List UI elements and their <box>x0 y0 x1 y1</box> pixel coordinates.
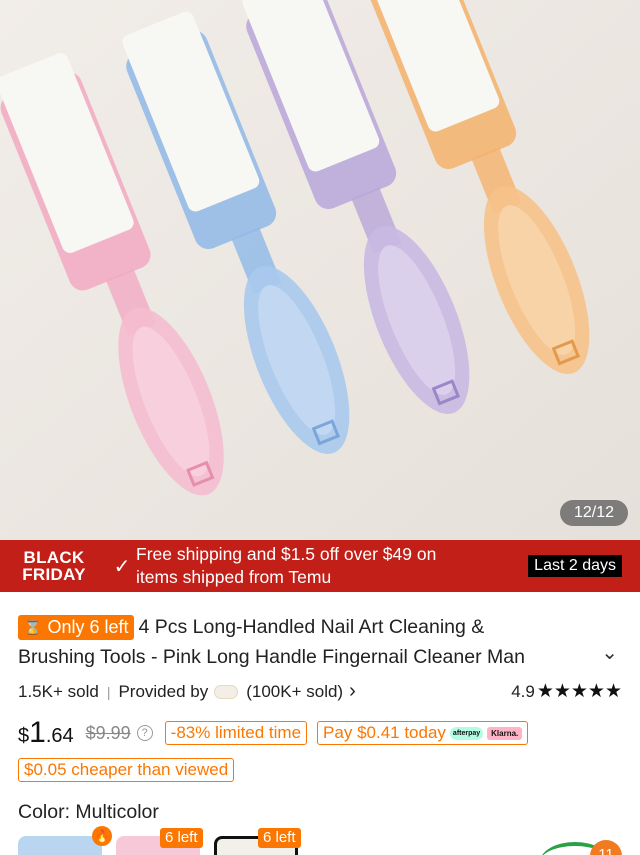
rating[interactable]: 4.9 ★★★★★ <box>511 680 622 703</box>
star-icons: ★★★★★ <box>536 681 622 702</box>
check-icon: ✓ <box>113 555 131 578</box>
installment-tag[interactable]: Pay $0.41 today afterpay Klarna. <box>317 721 529 745</box>
promo-text-line1: Free shipping and $1.5 off over $49 on <box>136 544 437 564</box>
product-image-gallery[interactable]: 12/12 <box>0 0 640 540</box>
hourglass-icon: ⌛ <box>24 619 42 635</box>
stock-badge: ⌛ Only 6 left <box>18 614 135 640</box>
store-logo <box>214 684 239 699</box>
swatch-blue[interactable] <box>18 836 102 855</box>
title-line1: 4 Pcs Long-Handled Nail Art Cleaning & <box>138 616 485 638</box>
current-price: $1.64 <box>18 716 74 750</box>
expand-title-icon[interactable]: ⌄ <box>601 640 618 665</box>
color-label: Color: Multicolor <box>18 801 159 823</box>
sold-count: 1.5K+ sold <box>18 681 99 701</box>
price-row: $1.64 $9.99 ? -83% limited time Pay $0.4… <box>18 716 628 750</box>
title-line2: Brushing Tools - Pink Long Handle Finger… <box>18 646 525 668</box>
swatch-stock-badge: 6 left <box>258 828 301 848</box>
divider: | <box>106 683 111 700</box>
store-link[interactable]: Provided by (100K+ sold) › <box>118 680 355 703</box>
badge-line2: FRIDAY <box>22 565 86 584</box>
price-currency: $ <box>18 725 30 747</box>
promo-text: Free shipping and $1.5 off over $49 on i… <box>136 543 528 589</box>
klarna-logo: Klarna. <box>487 726 523 740</box>
discount-tag: -83% limited time <box>164 721 308 745</box>
rating-value: 4.9 <box>511 681 535 701</box>
promo-text-line2: items shipped from Temu <box>136 567 332 587</box>
promo-banner[interactable]: BLACK FRIDAY ✓ Free shipping and $1.5 of… <box>0 540 640 592</box>
black-friday-badge: BLACK FRIDAY <box>0 549 108 583</box>
stock-badge-label: Only 6 left <box>47 617 129 637</box>
price-cents: .64 <box>45 725 74 747</box>
price-whole: 1 <box>29 716 46 749</box>
fire-icon: 🔥 <box>92 826 112 846</box>
badge-line1: BLACK <box>23 548 85 567</box>
original-price: $9.99 <box>85 722 131 743</box>
help-icon[interactable]: ? <box>136 725 153 741</box>
provided-by-label: Provided by <box>118 681 209 701</box>
countdown-badge: Last 2 days <box>528 555 622 577</box>
store-sold-count: (100K+ sold) <box>246 681 344 701</box>
chevron-right-icon: › <box>349 680 356 702</box>
swatch-stock-badge: 6 left <box>160 828 203 848</box>
afterpay-logo: afterpay <box>449 726 484 740</box>
image-counter: 12/12 <box>559 500 628 526</box>
cheaper-tag: $0.05 cheaper than viewed <box>18 758 235 782</box>
product-photo <box>0 0 640 540</box>
product-title[interactable]: ⌛ Only 6 left 4 Pcs Long-Handled Nail Ar… <box>18 612 618 672</box>
pay-today-label: Pay $0.41 today <box>323 723 446 742</box>
product-meta: 1.5K+ sold | Provided by (100K+ sold) › … <box>18 680 622 703</box>
